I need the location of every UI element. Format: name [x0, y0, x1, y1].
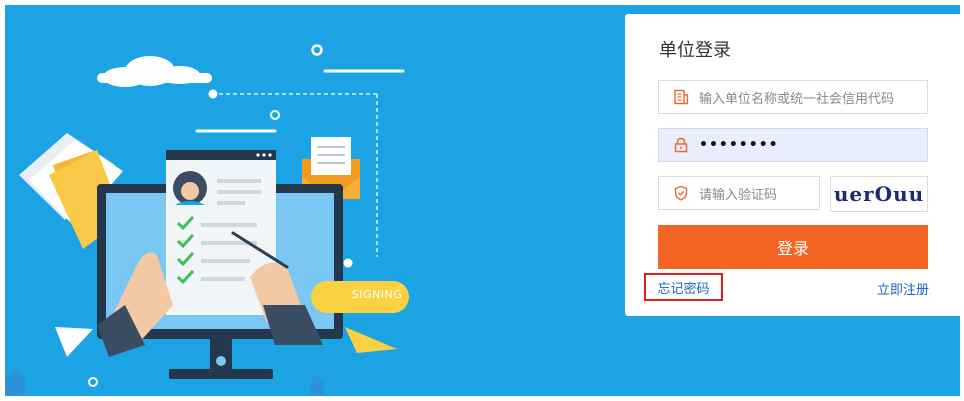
forgot-password-link[interactable]: 忘记密码 — [657, 278, 709, 297]
register-container: 立即注册 — [877, 279, 929, 298]
building-icon — [674, 89, 689, 105]
company-name-field[interactable]: 输入单位名称或统一社会信用代码 — [658, 80, 928, 114]
cloud-icon — [97, 56, 212, 87]
register-link[interactable]: 立即注册 — [877, 283, 929, 298]
login-button[interactable]: 登录 — [658, 225, 928, 269]
shield-icon — [674, 185, 688, 201]
forgot-password-highlight: 忘记密码 — [644, 273, 723, 301]
password-field[interactable]: •••••••• — [658, 128, 928, 162]
captcha-placeholder: 请输入验证码 — [699, 187, 778, 203]
password-value: •••••••• — [699, 137, 779, 153]
captcha-image[interactable]: uerOuu — [830, 176, 928, 212]
signing-illustration — [5, 44, 409, 396]
signing-label: SIGNING — [351, 288, 403, 301]
captcha-input[interactable]: 请输入验证码 — [658, 176, 820, 210]
company-name-placeholder: 输入单位名称或统一社会信用代码 — [699, 91, 895, 107]
city-silhouette — [5, 370, 324, 396]
login-title: 单位登录 — [659, 40, 731, 61]
lock-icon — [674, 137, 688, 153]
login-card: 单位登录 输入单位名称或统一社会信用代码 •••••••• 请输入验证码 uer… — [625, 14, 963, 316]
